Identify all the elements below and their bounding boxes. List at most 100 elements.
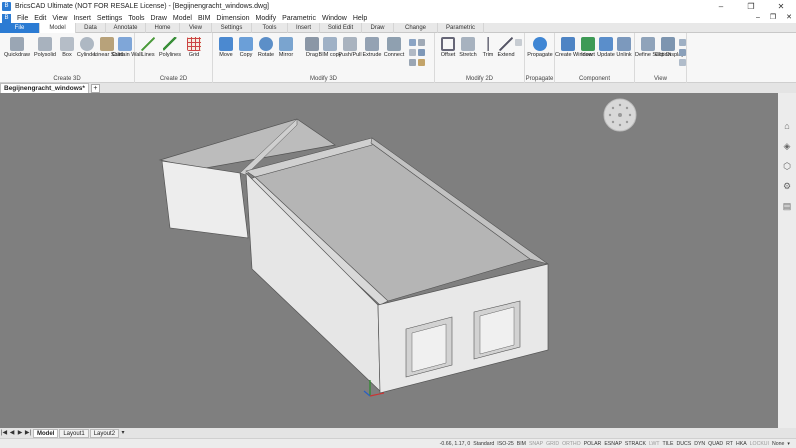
last-layout-button[interactable]: ▶| [24,429,32,437]
layout-tab-bar: |◀ ◀ ▶ ▶| Model Layout1 Layout2 ▾ [0,428,796,438]
tab-home[interactable]: Home [146,23,180,33]
view-small-icon[interactable] [679,49,686,56]
tab-model[interactable]: Model [40,23,76,33]
polylines-button[interactable]: Polylines [157,37,183,58]
menu-modify[interactable]: Modify [256,15,277,22]
properties-icon[interactable]: ▤ [782,201,792,211]
menu-parametric[interactable]: Parametric [282,15,316,22]
view-small-icon[interactable] [679,39,686,46]
doc-minimize-button[interactable]: – [756,13,760,23]
doc-restore-button[interactable]: ❐ [770,13,776,23]
modify-small-icon[interactable] [418,59,425,66]
tab-draw[interactable]: Draw [362,23,394,33]
status-lwt[interactable]: LWT [649,441,660,447]
status-ortho[interactable]: ORTHO [562,441,581,447]
menu-edit[interactable]: Edit [34,15,46,22]
layers-icon[interactable]: ◈ [782,141,792,151]
tab-annotate[interactable]: Annotate [106,23,146,33]
tab-change[interactable]: Change [394,23,438,33]
status-dyn[interactable]: DYN [694,441,705,447]
layout-dropdown-button[interactable]: ▾ [119,429,127,437]
model-viewport[interactable] [0,93,778,428]
close-button[interactable]: ✕ [766,0,796,13]
layout-tab-layout1[interactable]: Layout1 [59,428,89,438]
status-tile[interactable]: TILE [663,441,674,447]
layout-tab-model[interactable]: Model [33,428,59,438]
modify2d-small-icon[interactable] [515,39,522,46]
status-rt[interactable]: RT [726,441,733,447]
settings-icon[interactable]: ⚙ [782,181,792,191]
window-title: BricsCAD Ultimate (NOT FOR RESALE Licens… [15,3,269,10]
menu-insert[interactable]: Insert [73,15,91,22]
menu-logo-icon[interactable]: B [2,13,11,23]
tab-view[interactable]: View [180,23,212,33]
panel-modify-2d: Offset Stretch Trim Extend Modify 2D [435,33,525,83]
status-strack[interactable]: STRACK [625,441,646,447]
layout-tab-layout2[interactable]: Layout2 [89,428,120,438]
quickdraw-button[interactable]: Quickdraw [4,37,30,58]
view-small-icon[interactable] [679,59,686,66]
modify-small-icon[interactable] [409,49,416,56]
tab-parametric[interactable]: Parametric [438,23,484,33]
status-esnap[interactable]: ESNAP [604,441,622,447]
modify-small-icon[interactable] [418,39,425,46]
status-grid[interactable]: GRID [546,441,559,447]
status-text-style[interactable]: Standard [473,441,494,447]
3d-box-icon[interactable]: ⬡ [782,161,792,171]
tab-insert[interactable]: Insert [288,23,320,33]
tab-solid-edit[interactable]: Solid Edit [320,23,362,33]
menu-bim[interactable]: BIM [198,15,210,22]
polysolid-icon [38,37,52,51]
status-quad[interactable]: QUAD [708,441,723,447]
extend-icon [499,37,513,51]
tab-data[interactable]: Data [76,23,106,33]
status-ducs[interactable]: DUCS [677,441,692,447]
status-none[interactable]: None [772,441,784,447]
status-dim-style[interactable]: ISO-25 [497,441,513,447]
doc-close-button[interactable]: ✕ [786,13,792,23]
unlink-component-button[interactable]: Unlink [611,37,637,58]
modify-small-icon[interactable] [409,39,416,46]
menu-tools[interactable]: Tools [128,15,144,22]
tab-settings[interactable]: Settings [212,23,252,33]
status-hka[interactable]: HKA [736,441,747,447]
extrude-icon [365,37,379,51]
push-pull-icon [343,37,357,51]
menu-model[interactable]: Model [173,15,192,22]
status-snap[interactable]: SNAP [529,441,543,447]
copy-icon [239,37,253,51]
connect-button[interactable]: Connect [381,37,407,58]
propagate-button[interactable]: Propagate [527,37,553,58]
menu-settings[interactable]: Settings [97,15,122,22]
next-layout-button[interactable]: ▶ [16,429,24,437]
modify-small-icon[interactable] [409,59,416,66]
menu-bar: B File Edit View Insert Settings Tools D… [0,13,796,23]
panel-create-2d: Lines Polylines Grid Create 2D [135,33,213,83]
status-bim[interactable]: BIM [517,441,526,447]
prev-layout-button[interactable]: ◀ [8,429,16,437]
maximize-button[interactable]: ❐ [736,0,766,13]
menu-draw[interactable]: Draw [151,15,167,22]
modify-small-icon[interactable] [418,49,425,56]
menu-view[interactable]: View [52,15,67,22]
structure-icon[interactable]: ⌂ [782,121,792,131]
panel-title-modify-2d: Modify 2D [465,76,493,82]
new-document-button[interactable]: + [90,83,100,93]
minimize-button[interactable]: – [706,0,736,13]
status-polar[interactable]: POLAR [584,441,602,447]
tab-tools[interactable]: Tools [252,23,288,33]
tab-file[interactable]: File [0,23,40,33]
first-layout-button[interactable]: |◀ [0,429,8,437]
grid-button[interactable]: Grid [181,37,207,58]
document-tab[interactable]: Begijnengracht_windows* [0,83,89,93]
menu-dimension[interactable]: Dimension [216,15,249,22]
menu-help[interactable]: Help [353,15,367,22]
menu-window[interactable]: Window [322,15,347,22]
menu-file[interactable]: File [17,15,28,22]
create-window-icon [561,37,575,51]
mirror-button[interactable]: Mirror [273,37,299,58]
curtain-wall-icon [118,37,132,51]
status-dropdown-icon[interactable]: ▾ [787,441,790,447]
status-lockui[interactable]: LOCKUI [750,441,769,447]
clip-display-button[interactable]: Clip Display [655,37,684,58]
